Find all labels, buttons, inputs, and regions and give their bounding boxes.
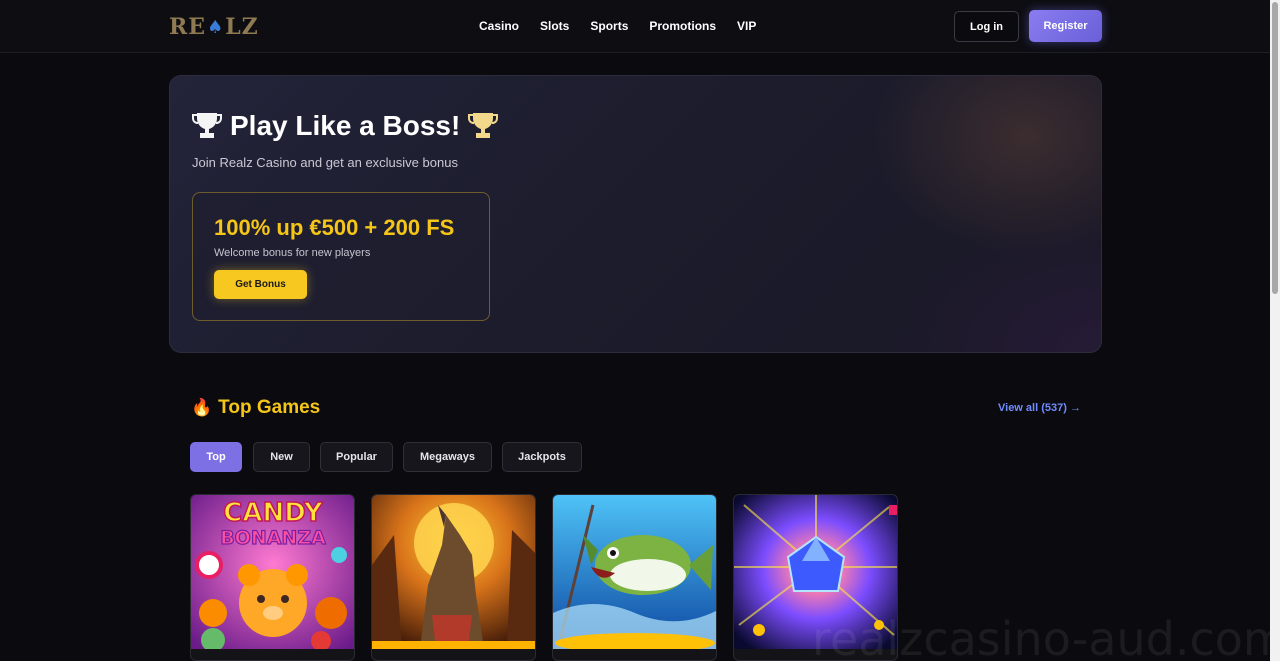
tab-popular[interactable]: Popular [320,442,393,472]
trophy-icon [192,110,222,142]
bonus-description: Welcome bonus for new players [214,247,371,259]
view-all-link[interactable]: View all (537) → [998,402,1081,414]
game-card-bass-fishing[interactable] [552,494,717,661]
main-nav: Casino Slots Sports Promotions VIP [479,19,777,33]
game-thumbnail [553,495,716,649]
hero-subtitle: Join Realz Casino and get an exclusive b… [192,155,458,170]
tab-top[interactable]: Top [190,442,242,472]
login-button[interactable]: Log in [954,11,1019,42]
trophy-icon [468,110,499,142]
watermark: realzcasino-aud.com [812,612,1280,661]
nav-item-sports[interactable]: Sports [590,19,628,33]
site-header: RE ♠ LZ Casino Slots Sports Promotions VIP… [0,0,1270,53]
logo-text-right: LZ [225,14,259,40]
game-thumbnail [372,495,535,649]
top-games-title: Top Games [218,397,321,418]
game-thumbnail: CANDY BONANZA [191,495,354,649]
nav-item-vip[interactable]: VIP [737,19,756,33]
tab-megaways[interactable]: Megaways [403,442,492,472]
hero-banner: Play Like a Boss! Join Realz Casino and … [169,75,1102,353]
bonus-amount: 100% up €500 + 200 FS [214,215,455,240]
logo-text-left: RE [169,14,207,40]
bonus-card: 100% up €500 + 200 FS Welcome bonus for … [192,192,490,321]
register-button[interactable]: Register [1029,10,1102,42]
tab-jackpots[interactable]: Jackpots [502,442,582,472]
scrollbar-thumb[interactable] [1272,2,1278,294]
nav-item-slots[interactable]: Slots [540,19,569,33]
hero-title-text: Play Like a Boss! [230,110,461,141]
tab-new[interactable]: New [253,442,310,472]
game-art-subtitle: BONANZA [220,527,326,549]
fire-icon: 🔥 [191,398,213,417]
page-scrollbar[interactable] [1270,0,1280,661]
nav-item-promotions[interactable]: Promotions [649,19,716,33]
hero-title: Play Like a Boss! [192,110,499,142]
spade-icon: ♠ [207,16,225,38]
game-art-title: CANDY [223,498,324,528]
game-card-candy-bonanza[interactable]: CANDY BONANZA [190,494,355,661]
nav-item-casino[interactable]: Casino [479,19,519,33]
top-games-heading: 🔥 Top Games [191,397,320,419]
get-bonus-button[interactable]: Get Bonus [214,270,307,299]
game-card-wolf[interactable] [371,494,536,661]
brand-logo[interactable]: RE ♠ LZ [169,14,259,40]
